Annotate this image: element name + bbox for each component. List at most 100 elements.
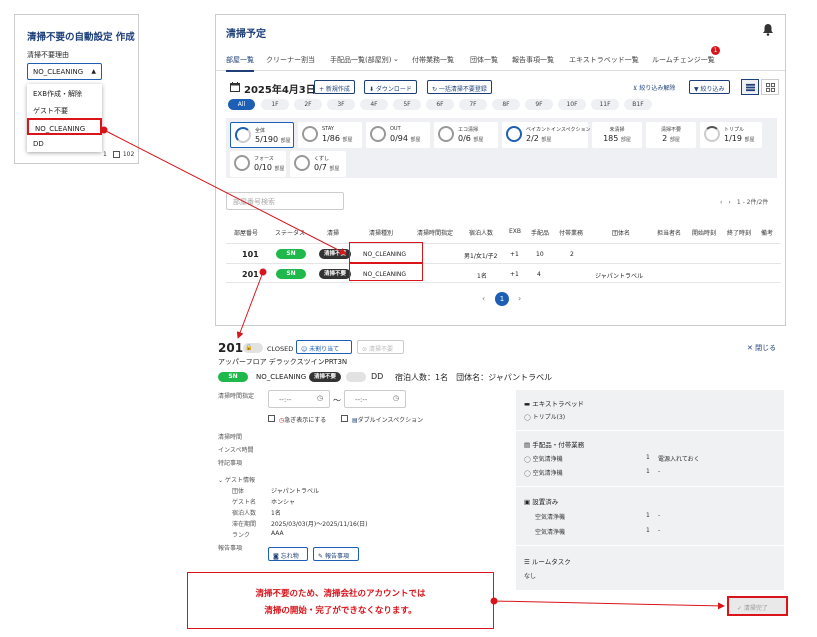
clean-time-label: 清掃時間	[218, 434, 243, 441]
floor-8f[interactable]: 8F	[492, 99, 520, 110]
summary-total[interactable]: 全体 5/190 部屋	[230, 122, 294, 148]
summary-stay[interactable]: STAY 1/86 部屋	[298, 122, 362, 148]
callout-line: 清掃の開始・完了ができなくなります。	[264, 606, 417, 616]
tab-extra-beds[interactable]: エキストラベッド一覧	[569, 55, 639, 65]
tab-reports[interactable]: 報告事項一覧	[512, 55, 554, 65]
bell-icon[interactable]	[762, 23, 774, 36]
download-button[interactable]: ⬇ ダウンロード	[364, 80, 417, 94]
supply-item: ◯ 空気清浄機	[524, 468, 563, 477]
col-end[interactable]: 終了時刻	[727, 228, 751, 237]
tab-groups[interactable]: 団体一覧	[470, 55, 498, 65]
lock-toggle[interactable]: 🔒	[243, 343, 263, 353]
task-list-icon: ☰	[524, 558, 532, 566]
supply-item: ◯ 空気清浄機	[524, 454, 563, 463]
clear-filter-link[interactable]: ⊻ 絞り込み解除	[633, 83, 675, 92]
col-time-spec[interactable]: 清掃時間指定	[417, 228, 453, 237]
grid-view-toggle[interactable]	[761, 79, 779, 95]
end-time-input[interactable]: --:-- ◷	[344, 390, 406, 408]
table-row[interactable]: 201 SN 清掃不要 NO_CLEANING 1名 +1 4 ジャパントラベル	[226, 263, 781, 283]
col-exb[interactable]: EXB	[509, 228, 521, 235]
floor-all[interactable]: All	[228, 99, 255, 110]
floor-6f[interactable]: 6F	[426, 99, 454, 110]
table-row[interactable]: 101 SN 清掃不要 NO_CLEANING 男1/女1/子2 +1 10 2	[226, 243, 781, 263]
ban-icon: ⊘	[362, 346, 369, 353]
floor-1f[interactable]: 1F	[261, 99, 289, 110]
summary-triple[interactable]: トリプル 1/19 部屋	[700, 122, 762, 148]
inspect-time-label: インスペ時間	[218, 447, 254, 454]
col-staff[interactable]: 担当者名	[657, 228, 681, 237]
extra-bed-item: ◯ トリプル(3)	[524, 412, 565, 421]
tab-room-list[interactable]: 部屋一覧	[226, 55, 254, 72]
floor-9f[interactable]: 9F	[525, 99, 553, 110]
col-group[interactable]: 団体名	[612, 228, 630, 237]
floor-10f[interactable]: 10F	[558, 99, 586, 110]
new-button[interactable]: + 新規作成	[314, 80, 355, 94]
option-guest-unneeded[interactable]: ゲスト不要	[27, 101, 102, 118]
time-separator: 〜	[333, 396, 341, 405]
option-exb[interactable]: EXB作成・解除	[27, 84, 102, 101]
list-view-toggle[interactable]	[741, 79, 759, 95]
prev-icon[interactable]: ‹	[720, 199, 722, 206]
reason-select-value: NO_CLEANING	[33, 68, 84, 76]
floor-11f[interactable]: 11F	[591, 99, 619, 110]
bulk-no-cleaning-button[interactable]: ↻ 一括清掃不要登録	[427, 80, 492, 94]
summary-out[interactable]: OUT 0/94 部屋	[366, 122, 430, 148]
progress-ring	[704, 126, 720, 142]
summary-vacant-inspection[interactable]: ベイカントインスペクション 2/2 部屋	[502, 122, 591, 148]
next-icon[interactable]: ›	[728, 199, 730, 206]
progress-ring	[294, 155, 310, 171]
option-no-cleaning[interactable]: NO_CLEANING	[27, 118, 102, 135]
room-number: 201	[242, 270, 259, 279]
urgent-checkbox[interactable]	[268, 415, 275, 422]
col-tasks[interactable]: 付帯業務	[559, 228, 583, 237]
tab-supplies-by-room[interactable]: 手配品一覧(部屋別)	[330, 55, 391, 65]
status-badge: SN	[276, 269, 306, 279]
guest-info-toggle[interactable]: ⌄ ゲスト情報	[218, 475, 255, 484]
bed-icon: ▬	[524, 400, 533, 408]
summary-no-cleaning[interactable]: 清掃不要 2 部屋	[646, 122, 696, 148]
floor-7f[interactable]: 7F	[459, 99, 487, 110]
floor-3f[interactable]: 3F	[327, 99, 355, 110]
summary-four[interactable]: フォース 0/10 部屋	[230, 151, 286, 177]
col-clean[interactable]: 清掃	[327, 228, 339, 237]
filter-button[interactable]: ▼ 絞り込み	[689, 80, 730, 94]
room-search-input[interactable]: 部屋番号検索	[226, 192, 344, 210]
current-page[interactable]: 1	[495, 292, 509, 306]
col-items[interactable]: 手配品	[531, 228, 549, 237]
col-room[interactable]: 部屋番号	[234, 228, 258, 237]
floor-5f[interactable]: 5F	[393, 99, 421, 110]
floor-b1f[interactable]: B1F	[624, 99, 652, 110]
reason-select[interactable]: NO_CLEANING ▲	[27, 63, 102, 80]
option-dd[interactable]: DD	[27, 135, 102, 152]
floor-4f[interactable]: 4F	[360, 99, 388, 110]
summary-eco[interactable]: エコ清掃 0/6 部屋	[434, 122, 498, 148]
checkbox[interactable]	[112, 151, 120, 158]
summary-uncleaned[interactable]: 未清掃 185 部屋	[592, 122, 642, 148]
floor-2f[interactable]: 2F	[294, 99, 322, 110]
col-notes[interactable]: 備考	[761, 228, 773, 237]
prev-page-icon[interactable]: ‹	[482, 294, 485, 303]
lost-item-button[interactable]: ◙ 忘れ物	[268, 547, 308, 561]
report-button[interactable]: ✎ 報告事項	[313, 547, 359, 561]
tab-incidental-tasks[interactable]: 付帯業務一覧	[412, 55, 454, 65]
double-inspection-checkbox[interactable]	[341, 415, 348, 422]
cleaning-complete-button[interactable]: ✓ 清掃完了	[727, 596, 788, 616]
col-status[interactable]: ステータス	[275, 228, 305, 237]
dd-toggle[interactable]	[346, 372, 366, 382]
tab-cleaner-assign[interactable]: クリーナー割当	[266, 55, 315, 65]
summary-value: 0/7 部屋	[314, 163, 340, 172]
not-needed-button[interactable]: ⊘ 清掃不要	[357, 340, 404, 354]
tab-room-change[interactable]: ルームチェンジ一覧	[652, 55, 715, 65]
col-start[interactable]: 開始時刻	[692, 228, 716, 237]
items-value: 4	[537, 271, 541, 278]
next-page-icon[interactable]: ›	[518, 294, 521, 303]
summary-value: 2/2 部屋	[526, 134, 552, 143]
start-time-input[interactable]: --:-- ◷	[268, 390, 330, 408]
col-guests[interactable]: 宿泊人数	[469, 228, 493, 237]
close-button[interactable]: ✕ 閉じる	[747, 343, 776, 353]
col-clean-type[interactable]: 清掃種別	[369, 228, 393, 237]
unassigned-button[interactable]: ☺ 未割り当て	[296, 340, 352, 354]
summary-value: 1/86 部屋	[322, 134, 353, 143]
summary-unmade[interactable]: くずし 0/7 部屋	[290, 151, 346, 177]
closed-label: CLOSED	[267, 345, 294, 353]
